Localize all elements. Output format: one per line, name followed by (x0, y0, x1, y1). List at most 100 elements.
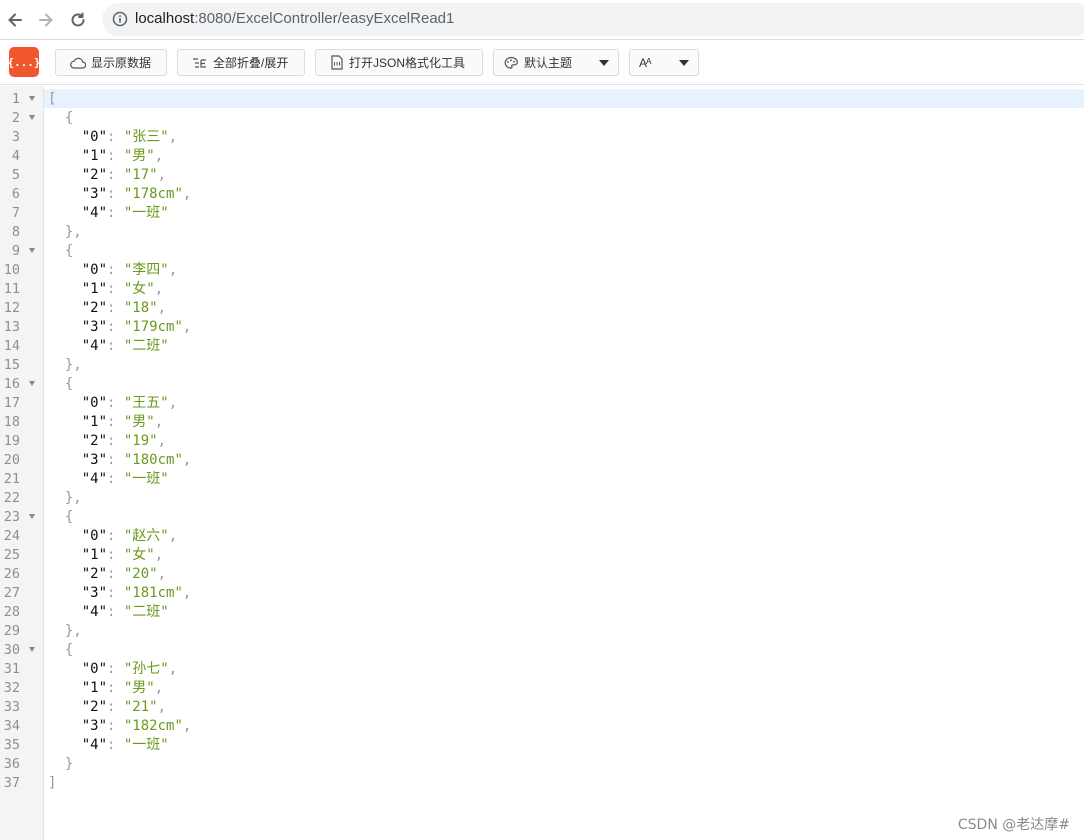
code-text: { (48, 375, 73, 394)
json-bracket: [ (48, 91, 57, 107)
json-key: "2" (81, 300, 108, 316)
code-line: 26 "2": "20", (0, 565, 1084, 584)
code-text: "4": "一班" (48, 204, 169, 223)
json-colon: : (107, 281, 124, 297)
fold-toggle-icon[interactable] (29, 115, 35, 120)
json-string-value: "17" (123, 167, 158, 183)
chevron-down-icon (599, 60, 609, 66)
code-line: 28 "4": "二班" (0, 603, 1084, 622)
cloud-icon (70, 57, 86, 69)
code-text: "0": "王五", (48, 394, 177, 413)
browser-address-bar: localhost:8080/ExcelController/easyExcel… (0, 0, 1084, 40)
url-field[interactable]: localhost:8080/ExcelController/easyExcel… (102, 3, 1084, 36)
url-text: localhost:8080/ExcelController/easyExcel… (135, 10, 454, 27)
code-text: }, (48, 223, 82, 242)
json-bracket: { (64, 243, 74, 259)
fold-all-label: 全部折叠/展开 (213, 56, 289, 70)
theme-select-label: 默认主题 (524, 56, 573, 70)
json-key: "1" (81, 414, 108, 430)
fold-toggle-icon[interactable] (29, 248, 35, 253)
forward-button[interactable] (34, 8, 58, 32)
theme-select[interactable]: 默认主题 (493, 49, 619, 76)
font-size-select[interactable]: Aᴬ (629, 49, 699, 76)
json-comma: , (157, 300, 167, 316)
line-number: 35 (3, 737, 20, 753)
json-colon: : (107, 547, 124, 563)
json-bracket: }, (64, 490, 82, 506)
json-colon: : (107, 319, 124, 335)
json-colon: : (107, 186, 124, 202)
line-number: 15 (3, 357, 20, 373)
code-lines: 1[2 {3 "0": "张三", 4 "1": "男", 5 "2": "17",… (0, 90, 1084, 793)
json-string-value: "孙七" (123, 661, 169, 677)
code-line: 22 }, (0, 489, 1084, 508)
json-colon: : (107, 737, 124, 753)
line-number: 12 (3, 300, 20, 316)
code-text: "0": "赵六", (48, 527, 177, 546)
fold-toggle-icon[interactable] (29, 514, 35, 519)
code-text: "4": "二班" (48, 603, 169, 622)
json-comma: , (154, 281, 164, 297)
code-line: 29 }, (0, 622, 1084, 641)
code-text: "4": "二班" (48, 337, 169, 356)
json-key: "0" (81, 528, 108, 544)
fold-toggle-icon[interactable] (29, 96, 35, 101)
json-key: "0" (81, 262, 108, 278)
json-string-value: "李四" (123, 262, 169, 278)
show-raw-button[interactable]: 显示原数据 (55, 49, 167, 76)
code-line: 37] (0, 774, 1084, 793)
code-text: "3": "178cm", (48, 185, 192, 204)
json-key: "1" (81, 281, 108, 297)
json-colon: : (107, 395, 124, 411)
code-text: "2": "20", (48, 565, 166, 584)
info-icon[interactable] (112, 11, 128, 27)
json-comma: , (154, 414, 164, 430)
json-key: "3" (81, 452, 108, 468)
back-button[interactable] (3, 8, 27, 32)
fold-toggle-icon[interactable] (29, 381, 35, 386)
json-key: "1" (81, 547, 108, 563)
line-number: 29 (3, 623, 20, 639)
code-line: 34 "3": "182cm", (0, 717, 1084, 736)
code-text: { (48, 508, 73, 527)
line-number: 32 (3, 680, 20, 696)
fold-toggle-icon[interactable] (29, 647, 35, 652)
code-text: "3": "182cm", (48, 717, 192, 736)
code-line: 1[ (0, 90, 1084, 109)
line-number: 30 (3, 642, 20, 658)
code-line: 32 "1": "男", (0, 679, 1084, 698)
reload-button[interactable] (66, 8, 90, 32)
code-line: 16 { (0, 375, 1084, 394)
json-key: "0" (81, 661, 108, 677)
json-colon: : (107, 300, 124, 316)
json-string-value: "男" (123, 414, 155, 430)
fold-all-button[interactable]: 全部折叠/展开 (177, 49, 305, 76)
code-text: [ (48, 90, 56, 109)
url-host: localhost (135, 10, 195, 27)
open-json-tool-button[interactable]: 打开JSON格式化工具 (315, 49, 483, 76)
json-code-view[interactable]: 1[2 {3 "0": "张三", 4 "1": "男", 5 "2": "17",… (0, 86, 1084, 840)
line-number: 20 (3, 452, 20, 468)
code-text: "2": "18", (48, 299, 166, 318)
code-line: 4 "1": "男", (0, 147, 1084, 166)
json-comma: , (168, 262, 178, 278)
code-text: "0": "孙七", (48, 660, 177, 679)
json-string-value: "18" (123, 300, 158, 316)
code-text: ] (48, 774, 56, 793)
json-string-value: "182cm" (123, 718, 183, 734)
json-comma: , (154, 680, 164, 696)
json-comma: , (154, 547, 164, 563)
json-string-value: "女" (123, 547, 155, 563)
line-number: 18 (3, 414, 20, 430)
json-comma: , (182, 319, 192, 335)
json-key: "2" (81, 167, 108, 183)
